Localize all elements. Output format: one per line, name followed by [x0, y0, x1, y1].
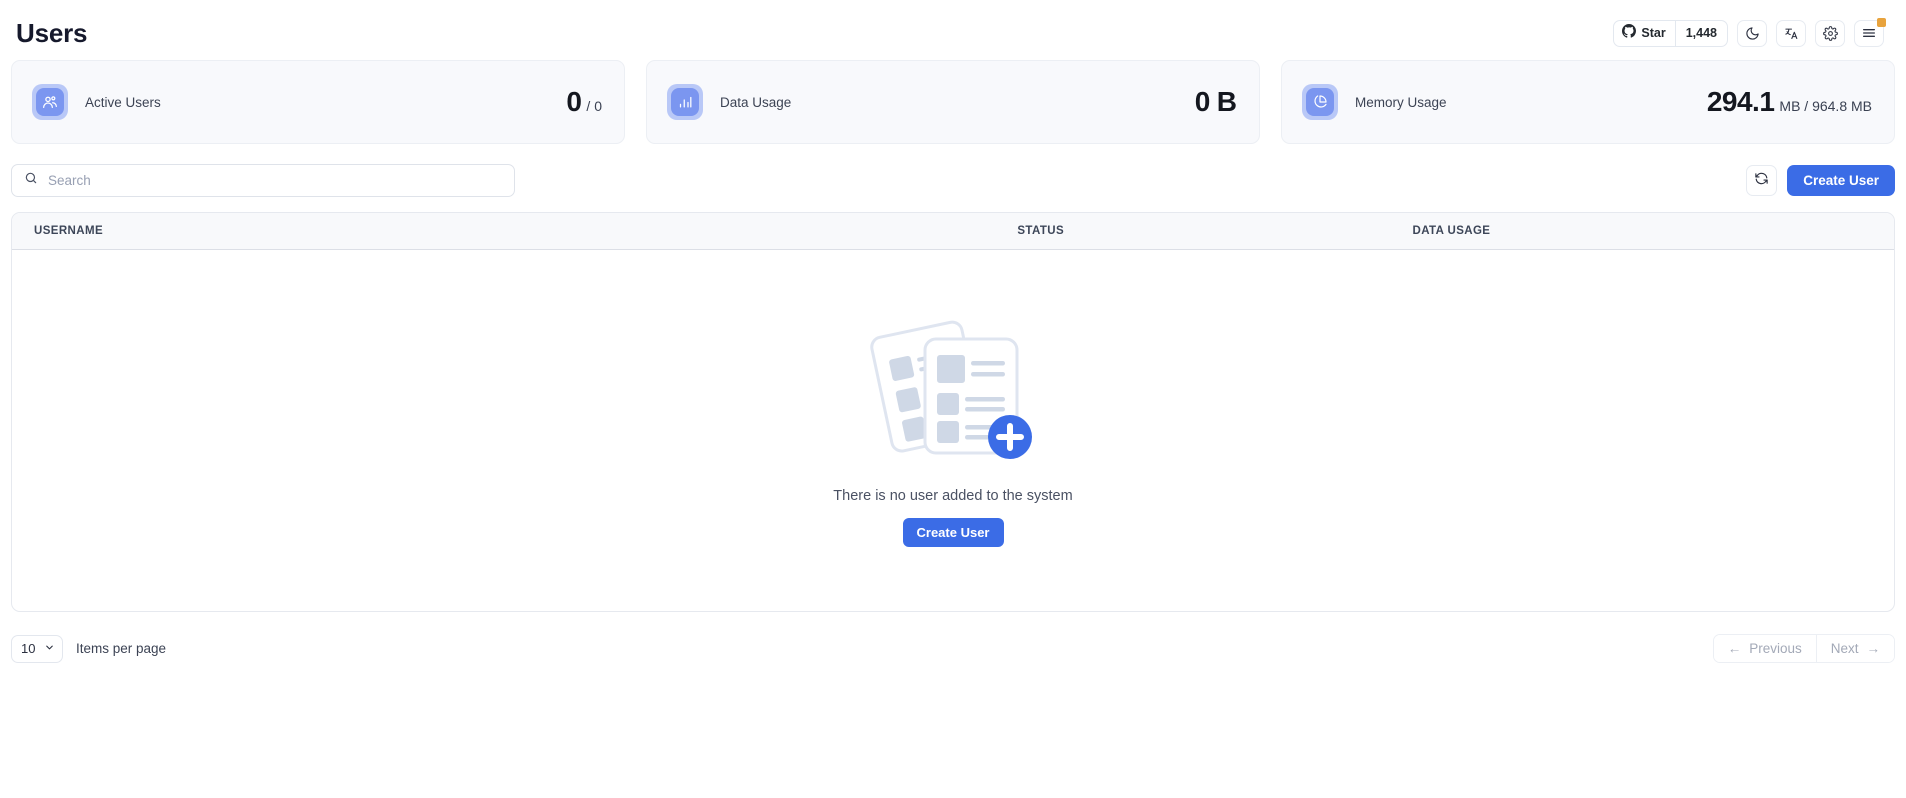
app-header: Users Star 1,448: [0, 0, 1906, 58]
empty-state-message: There is no user added to the system: [833, 487, 1073, 504]
items-per-page-select[interactable]: 10: [11, 634, 63, 663]
github-star-button[interactable]: Star 1,448: [1613, 19, 1728, 47]
column-header-data-usage: DATA USAGE: [1412, 225, 1491, 237]
memory-usage-number: 294.1: [1706, 86, 1775, 117]
active-users-total: / 0: [586, 98, 602, 114]
refresh-button[interactable]: [1746, 165, 1778, 196]
active-users-count: 0: [566, 86, 582, 117]
notification-badge: [1877, 17, 1886, 27]
table-header-row: USERNAME STATUS DATA USAGE: [12, 213, 1894, 250]
active-users-icon-tile: [32, 84, 68, 120]
memory-usage-label: Memory Usage: [1355, 94, 1447, 110]
search-box[interactable]: [11, 164, 515, 197]
empty-state-illustration: [863, 309, 1043, 474]
chevron-down-icon: [44, 640, 55, 658]
dark-mode-toggle[interactable]: [1737, 19, 1767, 47]
users-icon: [36, 88, 64, 116]
items-per-page-control: 10 Items per page: [11, 634, 167, 663]
github-star-left[interactable]: Star: [1614, 20, 1676, 46]
column-header-username: USERNAME: [34, 225, 104, 237]
header-actions: Star 1,448: [1613, 17, 1886, 47]
previous-page-label: Previous: [1749, 641, 1802, 656]
menu-button[interactable]: [1854, 17, 1886, 47]
next-page-button[interactable]: Next →: [1815, 635, 1894, 662]
arrow-right-icon: →: [1866, 641, 1881, 656]
memory-usage-total: MB / 964.8 MB: [1779, 98, 1872, 114]
pagination: ← Previous Next →: [1712, 634, 1895, 663]
translate-icon: [1784, 26, 1799, 41]
language-switcher[interactable]: [1776, 19, 1806, 47]
items-per-page-label: Items per page: [76, 641, 167, 656]
table-footer: 10 Items per page ← Previous Next →: [0, 634, 1906, 663]
users-table: USERNAME STATUS DATA USAGE There is no u…: [11, 212, 1895, 612]
search-input[interactable]: [48, 173, 502, 188]
column-header-status: STATUS: [1017, 225, 1065, 237]
items-per-page-value: 10: [21, 641, 36, 656]
hamburger-icon: [1861, 25, 1877, 41]
previous-page-button[interactable]: ← Previous: [1713, 635, 1816, 662]
moon-icon: [1745, 26, 1760, 41]
active-users-value: 0 / 0: [566, 86, 602, 118]
stat-card-data-usage: Data Usage 0 B: [646, 60, 1260, 144]
empty-state-create-user-button[interactable]: Create User: [902, 517, 1004, 547]
data-usage-icon-tile: [667, 84, 703, 120]
toolbar-actions: Create User: [1746, 165, 1895, 196]
table-toolbar: Create User: [0, 164, 1906, 197]
next-page-label: Next: [1830, 641, 1859, 656]
memory-usage-icon-tile: [1302, 84, 1338, 120]
create-user-button[interactable]: Create User: [1787, 165, 1895, 196]
data-usage-label: Data Usage: [720, 94, 792, 110]
data-usage-number: 0: [1194, 86, 1211, 117]
bar-chart-icon: [671, 88, 699, 116]
data-usage-value: 0 B: [1195, 86, 1237, 118]
stat-card-memory-usage: Memory Usage 294.1 MB / 964.8 MB: [1281, 60, 1895, 144]
gear-icon: [1822, 25, 1838, 41]
table-empty-state: There is no user added to the system Cre…: [12, 250, 1894, 611]
stat-card-active-users: Active Users 0 / 0: [11, 60, 625, 144]
page-title: Users: [16, 17, 88, 48]
github-star-label: Star: [1641, 26, 1666, 40]
github-star-count: 1,448: [1685, 26, 1717, 40]
arrow-left-icon: ←: [1727, 641, 1742, 656]
settings-button[interactable]: [1815, 19, 1845, 47]
pie-chart-icon: [1306, 88, 1334, 116]
search-icon: [24, 171, 38, 190]
stats-row: Active Users 0 / 0 Data Usage 0 B Memory…: [0, 60, 1906, 144]
memory-usage-value: 294.1 MB / 964.8 MB: [1707, 86, 1872, 118]
active-users-label: Active Users: [85, 94, 161, 110]
github-icon: [1622, 23, 1637, 43]
data-usage-unit: B: [1216, 86, 1237, 117]
refresh-icon: [1754, 171, 1769, 191]
